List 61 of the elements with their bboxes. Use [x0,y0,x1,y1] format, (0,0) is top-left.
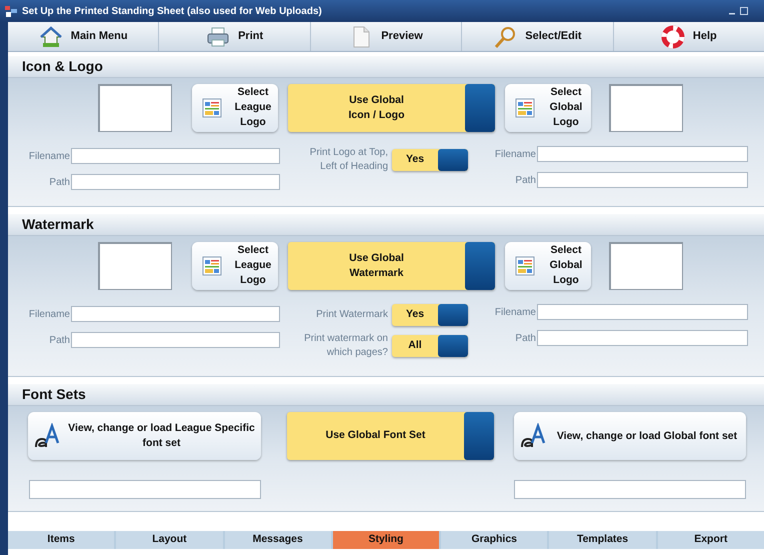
printer-icon [206,24,230,48]
window-title: Set Up the Printed Standing Sheet (also used for Web Uploads) [22,4,323,18]
toggle-switch[interactable]: Yes [392,149,468,171]
select-button[interactable]: Select Global Logo [505,84,591,132]
tab[interactable]: Graphics [441,531,548,549]
field-label: Path [48,334,70,348]
font-set-button[interactable]: View, change or load League Specific font set [28,412,261,460]
tab[interactable]: Items [8,531,114,549]
option-label: Print Watermark [315,308,388,322]
text-field[interactable] [537,146,748,162]
field-label: Filename [494,306,536,320]
toolbar-button[interactable]: Main Menu [8,22,158,51]
field-label: Filename [28,308,70,322]
toggle-switch[interactable]: Yes [392,304,468,326]
section-title: Watermark [22,215,94,234]
layout-icon [515,98,535,118]
lifebuoy-icon [660,24,685,48]
text-field[interactable] [29,480,261,499]
toggle-switch[interactable]: Use Global Font Set [287,412,494,460]
text-field[interactable] [537,304,748,320]
select-button[interactable]: Select Global Logo [505,242,591,290]
field-label: Filename [28,150,70,164]
layout-icon [202,256,222,276]
option-label: Print watermark on which pages? [303,332,388,360]
text-field[interactable] [537,172,748,188]
text-field[interactable] [514,480,746,499]
select-button[interactable]: Select League Logo [192,242,278,290]
maximize-icon[interactable] [740,7,748,15]
font-icon [34,423,60,449]
text-field[interactable] [71,174,280,190]
tab[interactable]: Layout [116,531,223,549]
tab[interactable]: Templates [549,531,656,549]
toggle-switch[interactable]: Use Global Icon / Logo [288,84,495,132]
text-field[interactable] [71,306,280,322]
tab[interactable]: Export [658,531,764,549]
toggle-switch[interactable]: All [392,335,468,357]
house-icon [38,24,63,48]
toggle-switch[interactable]: Use Global Watermark [288,242,495,290]
toolbar-button[interactable]: Preview [310,22,462,51]
text-field[interactable] [537,330,748,346]
font-icon [520,423,546,449]
text-field[interactable] [71,148,280,164]
text-field[interactable] [71,332,280,348]
section-title: Font Sets [22,385,86,404]
layout-icon [202,98,222,118]
field-label: Path [514,174,536,188]
field-label: Filename [494,148,536,162]
toolbar-button[interactable]: Print [158,22,310,51]
app-icon [4,4,18,18]
font-set-button[interactable]: View, change or load Global font set [514,412,746,460]
option-label: Print Logo at Top, Left of Heading [308,146,388,174]
section-title: Icon & Logo [22,57,103,76]
field-label: Path [514,332,536,346]
toolbar-button[interactable]: Select/Edit [461,22,613,51]
field-label: Path [48,176,70,190]
tab[interactable]: Styling [332,531,440,549]
tab[interactable]: Messages [224,531,331,549]
search-icon [493,24,518,48]
layout-icon [515,256,535,276]
select-button[interactable]: Select League Logo [192,84,278,132]
toolbar-button[interactable]: Help [612,22,764,51]
